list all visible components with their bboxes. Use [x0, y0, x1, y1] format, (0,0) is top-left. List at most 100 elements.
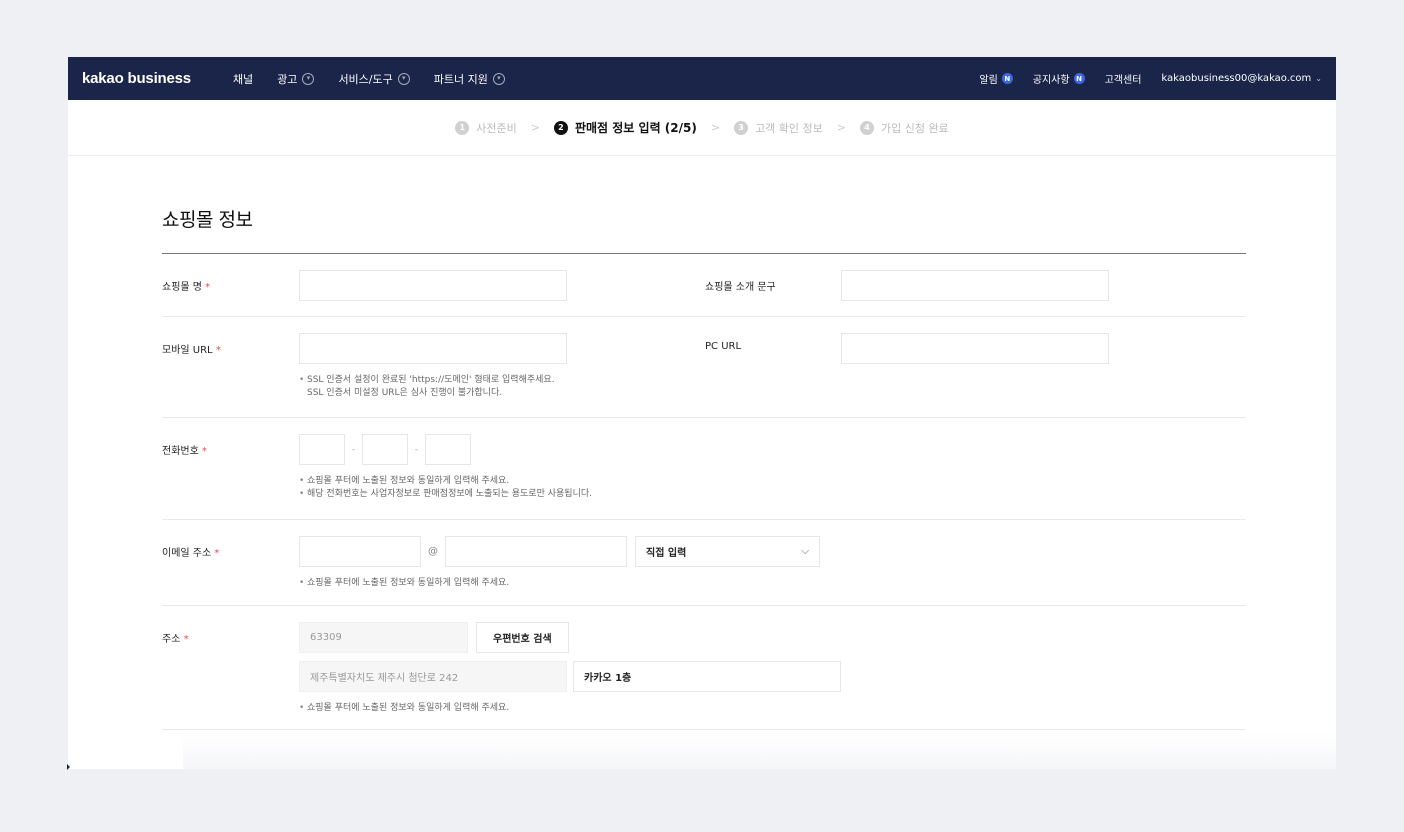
phone-help: 쇼핑몰 푸터에 노출된 정보와 동일하게 입력해 주세요. 해당 전화번호는 사…	[299, 475, 1246, 501]
chevron-down-icon: ▾	[492, 72, 505, 85]
chevron-down-icon: ▾	[302, 72, 315, 85]
email-label: 이메일 주소 *	[162, 544, 219, 559]
nav-item-partner-support[interactable]: 파트너 지원 ▾	[434, 71, 505, 87]
nav-item-label: 광고	[277, 72, 298, 86]
phone-inputs: - -	[299, 434, 1246, 465]
help-text: 쇼핑몰 푸터에 노출된 정보와 동일하게 입력해 주세요.	[299, 475, 1246, 488]
chevron-down-icon: ⌄	[1315, 74, 1322, 83]
label-text: 모바일 URL	[162, 345, 213, 356]
address1-input: 제주특별자치도 제주시 첨단로 242	[299, 661, 567, 692]
phone-part2-input[interactable]	[362, 434, 408, 465]
help-text: 쇼핑몰 푸터에 노출된 정보와 동일하게 입력해 주세요.	[299, 702, 1246, 715]
chevron-down-icon: ▾	[397, 72, 410, 85]
email-field-area: @ 직접 입력 ⌵ 쇼핑몰 푸터에 노출된 정보와 동일하게 입력해 주세요.	[299, 536, 1246, 590]
required-mark: *	[205, 282, 211, 293]
support-label: 고객센터	[1104, 75, 1142, 86]
required-mark: *	[202, 446, 207, 457]
mall-intro-field-area	[841, 270, 1109, 301]
label-text: 주소	[162, 634, 181, 645]
next-section-shadow	[183, 733, 1336, 769]
phone-field-area: - - 쇼핑몰 푸터에 노출된 정보와 동일하게 입력해 주세요. 해당 전화번…	[299, 434, 1246, 501]
select-value: 직접 입력	[646, 548, 687, 559]
phone-separator: -	[351, 444, 356, 455]
nav-item-services-tools[interactable]: 서비스/도구 ▾	[338, 71, 410, 87]
step-label: 고객 확인 정보	[755, 121, 823, 135]
email-domain-input[interactable]	[445, 536, 627, 567]
support-link[interactable]: 고객센터	[1105, 71, 1142, 86]
row-address: 주소 * 63309 우편번호 검색 제주특별자치도 제주시 첨단로 242 카…	[162, 606, 1246, 730]
phone-part1-input[interactable]	[299, 434, 345, 465]
notices-label: 공지사항	[1032, 75, 1070, 86]
address-field-area: 63309 우편번호 검색 제주특별자치도 제주시 첨단로 242 카카오 1층…	[299, 622, 1246, 715]
nav-item-label: 파트너 지원	[433, 72, 488, 86]
zipcode-line: 63309 우편번호 검색	[299, 622, 1246, 653]
required-mark: *	[214, 548, 220, 559]
email-inputs: @ 직접 입력 ⌵	[299, 536, 1246, 567]
zipcode-search-button[interactable]: 우편번호 검색	[476, 622, 569, 653]
address-detail-line: 제주특별자치도 제주시 첨단로 242 카카오 1층	[299, 661, 1246, 692]
new-badge: N	[1073, 73, 1085, 84]
required-mark: *	[183, 634, 189, 645]
required-mark: *	[215, 345, 221, 356]
signup-stepper: 1 사전준비 > 2 판매점 정보 입력 (2/5) > 3 고객 확인 정보 …	[68, 100, 1336, 156]
phone-label: 전화번호 *	[162, 442, 207, 457]
step-number: 1	[455, 120, 470, 135]
step-seller-info: 2 판매점 정보 입력 (2/5)	[553, 119, 697, 136]
phone-part3-input[interactable]	[425, 434, 471, 465]
pc-url-field-area	[841, 333, 1109, 364]
row-mall-name: 쇼핑몰 명 * 쇼핑몰 소개 문구	[162, 254, 1246, 317]
zipcode-input: 63309	[299, 622, 468, 653]
label-text: 이메일 주소	[162, 548, 212, 559]
account-email: kakaobusiness00@kakao.com	[1161, 73, 1312, 84]
step-label: 판매점 정보 입력 (2/5)	[574, 121, 697, 135]
address-help: 쇼핑몰 푸터에 노출된 정보와 동일하게 입력해 주세요.	[299, 702, 1246, 715]
chevron-right-icon: >	[710, 121, 721, 134]
mobile-url-label: 모바일 URL *	[162, 341, 221, 356]
step-number: 3	[734, 120, 749, 135]
help-text: 해당 전화번호는 사업자정보로 판매점정보에 노출되는 용도로만 사용됩니다.	[299, 488, 1246, 501]
nav-item-label: 채널	[232, 72, 254, 86]
mobile-url-help: SSL 인증서 설정이 완료된 'https://도메인' 형태로 입력해주세요…	[299, 374, 1246, 400]
alerts-link[interactable]: 알림 N	[979, 71, 1013, 86]
step-prepare: 1 사전준비	[455, 120, 517, 136]
corner-marker	[67, 764, 70, 770]
top-nav: kakao business 채널 광고 ▾ 서비스/도구 ▾ 파트너 지원 ▾…	[68, 57, 1336, 100]
pc-url-label: PC URL	[705, 341, 742, 352]
phone-separator: -	[414, 444, 419, 455]
label-text: 전화번호	[162, 446, 199, 457]
mall-name-input[interactable]	[299, 270, 567, 301]
email-help: 쇼핑몰 푸터에 노출된 정보와 동일하게 입력해 주세요.	[299, 577, 1246, 590]
mall-intro-input[interactable]	[841, 270, 1109, 301]
nav-item-label: 서비스/도구	[338, 72, 393, 86]
help-text: SSL 인증서 미설정 URL은 심사 진행이 불가합니다.	[307, 388, 503, 398]
row-urls: 모바일 URL * SSL 인증서 설정이 완료된 'https://도메인' …	[162, 317, 1246, 418]
nav-item-channel[interactable]: 채널	[233, 71, 253, 87]
chevron-right-icon: >	[836, 121, 846, 134]
section-title: 쇼핑몰 정보	[162, 205, 1246, 254]
mall-intro-label: 쇼핑몰 소개 문구	[705, 282, 776, 293]
app-window: kakao business 채널 광고 ▾ 서비스/도구 ▾ 파트너 지원 ▾…	[68, 57, 1336, 769]
label-text: 쇼핑몰 명	[162, 282, 202, 293]
form-content: 쇼핑몰 정보 쇼핑몰 명 * 쇼핑몰 소개 문구 모바일 URL * • SSL…	[68, 205, 1336, 730]
step-label: 사전준비	[476, 121, 517, 135]
email-domain-select[interactable]: 직접 입력 ⌵	[635, 536, 820, 567]
step-customer-info: 3 고객 확인 정보	[734, 120, 823, 136]
help-text: SSL 인증서 설정이 완료된 'https://도메인' 형태로 입력해주세요…	[299, 374, 1246, 387]
pc-url-input[interactable]	[841, 333, 1109, 364]
account-menu[interactable]: kakaobusiness00@kakao.com ⌄	[1161, 73, 1322, 84]
step-complete: 4 가입 신청 완료	[860, 120, 949, 136]
mall-name-label: 쇼핑몰 명 *	[162, 278, 210, 293]
email-local-input[interactable]	[299, 536, 421, 567]
new-badge: N	[1001, 73, 1013, 84]
notices-link[interactable]: 공지사항 N	[1033, 71, 1085, 86]
step-number: 2	[553, 120, 568, 135]
chevron-right-icon: >	[530, 121, 540, 134]
address2-input[interactable]: 카카오 1층	[573, 661, 841, 692]
kakao-business-logo[interactable]: kakao business	[82, 70, 191, 87]
chevron-down-icon: ⌵	[801, 546, 809, 557]
mobile-url-input[interactable]	[299, 333, 567, 364]
row-email: 이메일 주소 * @ 직접 입력 ⌵ 쇼핑몰 푸터에 노출된 정보와 동일하게 …	[162, 520, 1246, 606]
step-number: 4	[860, 120, 874, 135]
nav-item-ads[interactable]: 광고 ▾	[277, 71, 315, 87]
alerts-label: 알림	[979, 75, 998, 86]
